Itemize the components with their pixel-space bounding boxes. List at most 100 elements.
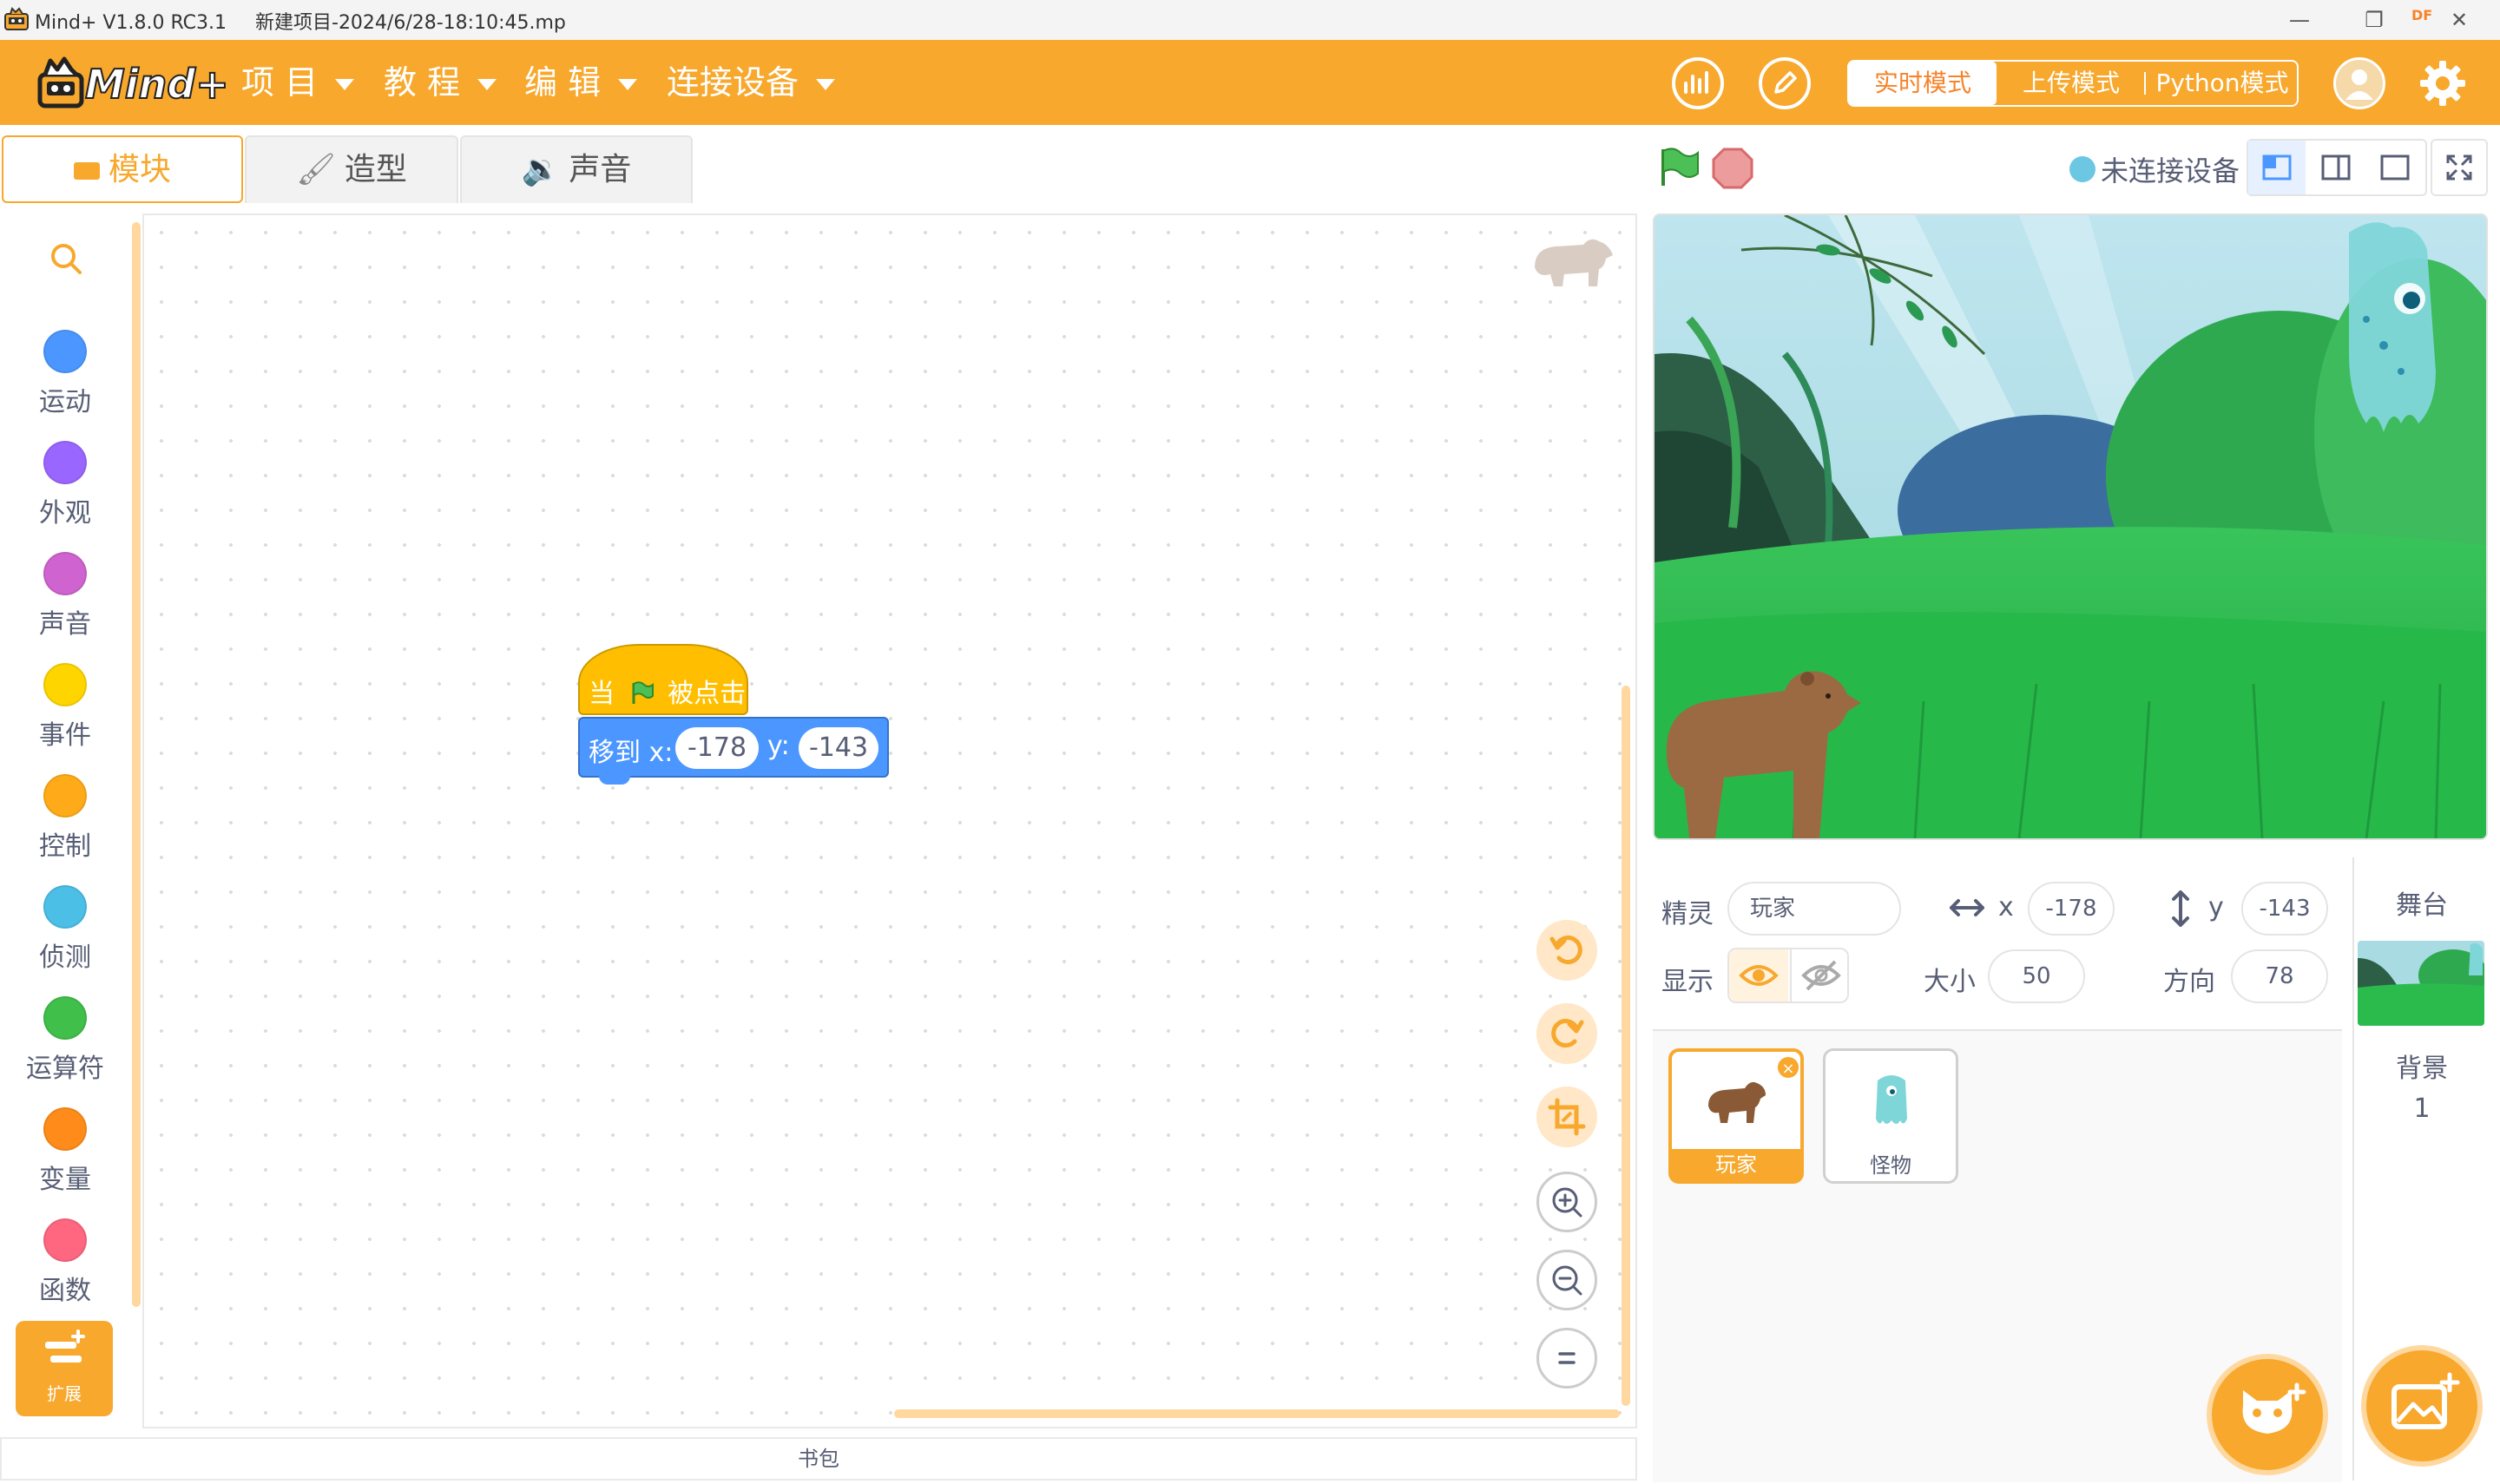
chevron-down-icon — [618, 79, 638, 90]
notes-button[interactable] — [1759, 57, 1811, 109]
category-4[interactable]: 控制 — [0, 765, 130, 877]
workspace-vertical-scrollbar[interactable] — [1622, 686, 1630, 1406]
backdrop-count: 1 — [2413, 1093, 2431, 1124]
zoom-in-button[interactable] — [1536, 1172, 1597, 1232]
fullscreen-button[interactable] — [2431, 139, 2488, 196]
sprite-x-input[interactable]: -178 — [2028, 882, 2115, 936]
user-icon — [2345, 69, 2373, 100]
extension-button[interactable]: 扩展 — [16, 1321, 113, 1416]
zoom-out-button[interactable] — [1536, 1250, 1597, 1310]
small-stage-button[interactable] — [2248, 141, 2306, 194]
menu-tutorial[interactable]: 教 程 — [384, 61, 497, 104]
mindplus-logo[interactable]: Mind+ — [35, 52, 230, 115]
sprite-card-monster-label: 怪物 — [1870, 1153, 1911, 1178]
x-label: x — [1998, 892, 2014, 923]
workspace-horizontal-scrollbar[interactable] — [894, 1409, 1620, 1418]
large-stage-button[interactable] — [2366, 141, 2425, 194]
category-7[interactable]: 变量 — [0, 1099, 130, 1210]
sprite-name-label: 精灵 — [1661, 899, 1714, 929]
sprite-card-monster[interactable]: 怪物 — [1823, 1048, 1958, 1184]
sprite-card-player-label: 玩家 — [1672, 1149, 1800, 1180]
x-arrows-icon — [1950, 899, 1984, 916]
go-to-x-input[interactable]: -178 — [675, 727, 759, 769]
tab-costumes[interactable]: 🖌 造型 — [245, 135, 458, 203]
category-3[interactable]: 事件 — [0, 654, 130, 765]
size-label: 大小 — [1924, 967, 1976, 997]
normal-stage-button[interactable] — [2307, 141, 2365, 194]
sprite-name-input[interactable]: 玩家 — [1727, 882, 1901, 936]
device-status-indicator — [2069, 156, 2095, 182]
avatar[interactable] — [2333, 57, 2385, 109]
stage-layout-group — [2247, 139, 2427, 196]
direction-label: 方向 — [2163, 967, 2215, 997]
category-color-dot — [43, 441, 87, 484]
menu-project[interactable]: 项 目 — [241, 61, 355, 104]
logo-text: Mind+ — [84, 60, 230, 108]
chevron-down-icon — [335, 79, 355, 90]
settings-button[interactable] — [2417, 57, 2469, 109]
go-to-y-input[interactable]: -143 — [799, 727, 878, 769]
backpack-bar[interactable]: 书包 — [0, 1437, 1637, 1481]
chart-icon — [1684, 71, 1708, 94]
minimize-icon[interactable]: — — [2278, 3, 2321, 36]
category-label: 运动 — [39, 387, 91, 417]
clean-up-button[interactable] — [1536, 1087, 1597, 1147]
redo-icon — [1551, 1019, 1584, 1048]
add-backdrop-button[interactable] — [2366, 1350, 2477, 1461]
redo-button[interactable] — [1536, 1003, 1597, 1064]
delete-sprite-button[interactable]: × — [1776, 1055, 1800, 1080]
category-color-dot — [43, 996, 87, 1040]
menu-edit[interactable]: 编 辑 — [524, 61, 638, 104]
chevron-down-icon — [477, 79, 497, 90]
category-6[interactable]: 运算符 — [0, 988, 130, 1099]
sprite-card-player[interactable]: 玩家 × — [1668, 1048, 1804, 1184]
add-sprite-button[interactable] — [2212, 1359, 2323, 1470]
when-flag-clicked-text: 当 被点击 — [589, 672, 746, 710]
stage-canvas[interactable] — [1653, 213, 2488, 840]
stop-button[interactable] — [1712, 148, 1753, 189]
restore-icon[interactable]: ❐ — [2352, 3, 2396, 36]
menu-connect-device[interactable]: 连接设备 — [667, 61, 836, 104]
mode-python-button[interactable]: Python模式 — [2149, 62, 2295, 105]
fullscreen-icon — [2446, 154, 2472, 181]
stage-panel[interactable]: 舞台 背景 1 — [2352, 857, 2490, 1481]
y-arrows-icon — [2172, 890, 2189, 927]
hide-sprite-button[interactable] — [1790, 949, 1847, 1001]
category-label: 函数 — [39, 1276, 91, 1306]
category-color-dot — [43, 552, 87, 595]
undo-button[interactable] — [1536, 920, 1597, 981]
category-label: 变量 — [39, 1165, 91, 1195]
sprite-size-input[interactable]: 50 — [1988, 949, 2085, 1003]
category-0[interactable]: 运动 — [0, 321, 130, 432]
category-color-dot — [43, 330, 87, 373]
category-8[interactable]: 函数 — [0, 1210, 130, 1321]
palette-scrollbar[interactable] — [132, 222, 141, 1307]
category-1[interactable]: 外观 — [0, 432, 130, 543]
category-5[interactable]: 侦测 — [0, 877, 130, 988]
green-flag-run-button[interactable] — [1658, 148, 1701, 187]
sprite-y-input[interactable]: -143 — [2241, 882, 2328, 936]
block-notch — [599, 772, 630, 785]
close-icon[interactable]: ✕ — [2438, 3, 2481, 36]
tab-blocks[interactable]: 模块 — [2, 135, 243, 203]
category-label: 运算符 — [26, 1054, 104, 1084]
edit-icon — [1774, 71, 1797, 94]
search-button[interactable] — [47, 240, 85, 278]
search-icon — [51, 244, 82, 274]
tab-sounds[interactable]: 🔉 声音 — [460, 135, 693, 203]
monster-thumbnail-icon — [1876, 1075, 1907, 1124]
dashboard-button[interactable] — [1672, 57, 1724, 109]
mode-switch: 实时模式 上传模式 Python模式 — [1847, 60, 2299, 107]
sprite-direction-input[interactable]: 78 — [2231, 949, 2328, 1003]
code-workspace[interactable] — [142, 213, 1637, 1428]
mode-upload-button[interactable]: 上传模式 — [2002, 62, 2141, 105]
sprite-info-panel: 精灵 玩家 x -178 y -143 显示 大小 50 方向 78 — [1653, 857, 2342, 1031]
sprite-bear-watermark-icon — [1535, 239, 1613, 286]
stage-thumbnail[interactable] — [2358, 941, 2484, 1026]
show-sprite-button[interactable] — [1729, 949, 1788, 1001]
zoom-reset-button[interactable] — [1536, 1328, 1597, 1389]
undo-icon — [1549, 936, 1582, 965]
category-label: 侦测 — [39, 942, 91, 973]
category-2[interactable]: 声音 — [0, 543, 130, 654]
mode-realtime-button[interactable]: 实时模式 — [1849, 62, 1997, 105]
